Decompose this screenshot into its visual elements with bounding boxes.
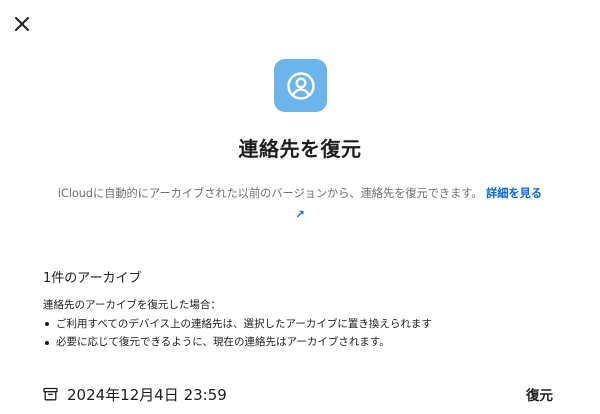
- dialog-description: iCloudに自動的にアーカイブされた以前のバージョンから、連絡先を復元できます…: [55, 183, 545, 225]
- restore-note: 連絡先のアーカイブを復元した場合： ご利用すべてのデバイス上の連絡先は、選択した…: [43, 296, 563, 352]
- contacts-person-icon: [286, 71, 315, 100]
- archive-box-icon: [43, 386, 59, 402]
- dialog-title: 連絡先を復元: [238, 137, 362, 161]
- restore-note-item: ご利用すべてのデバイス上の連絡先は、選択したアーカイブに置き換えられます: [43, 315, 563, 334]
- restore-contacts-dialog: 連絡先を復元 iCloudに自動的にアーカイブされた以前のバージョンから、連絡先…: [0, 0, 600, 414]
- archive-row: 2024年12月4日 23:59 復元: [43, 381, 553, 407]
- archive-count-heading: 1件のアーカイブ: [43, 271, 142, 286]
- learn-more-label: 詳細を見る: [486, 187, 543, 200]
- archive-date: 2024年12月4日 23:59: [67, 385, 227, 404]
- restore-button[interactable]: 復元: [526, 384, 553, 404]
- restore-note-item: 必要に応じて復元できるように、現在の連絡先はアーカイブされます。: [43, 333, 563, 352]
- close-icon: [15, 17, 29, 31]
- restore-note-intro: 連絡先のアーカイブを復元した場合：: [43, 299, 221, 311]
- description-text: iCloudに自動的にアーカイブされた以前のバージョンから、連絡先を復元できます…: [57, 187, 483, 200]
- restore-note-list: ご利用すべてのデバイス上の連絡先は、選択したアーカイブに置き換えられます 必要に…: [43, 315, 563, 352]
- contacts-app-icon: [274, 59, 327, 112]
- external-link-arrow-icon: ↗: [295, 208, 305, 221]
- close-button[interactable]: [10, 12, 34, 36]
